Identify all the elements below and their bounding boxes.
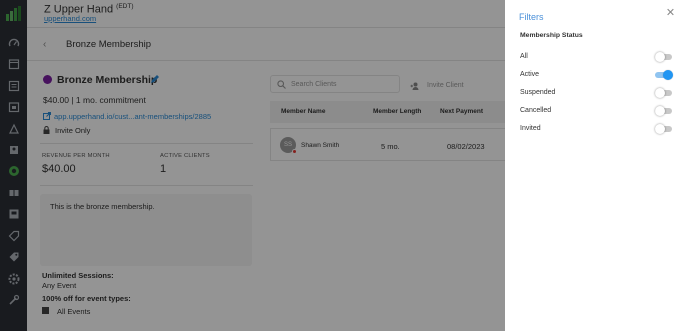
toggle-active[interactable] xyxy=(655,70,673,80)
toggle-cancelled[interactable] xyxy=(655,106,672,116)
filter-label-active: Active xyxy=(520,71,540,78)
filter-label-invited: Invited xyxy=(520,125,541,132)
drawer-title: Filters xyxy=(519,12,544,22)
section-title: Membership Status xyxy=(520,32,583,39)
filters-drawer: Filters ✕ Membership Status All Active S… xyxy=(505,0,688,331)
toggle-all[interactable] xyxy=(655,52,672,62)
close-icon[interactable]: ✕ xyxy=(665,8,676,19)
modal-overlay[interactable] xyxy=(0,0,505,331)
filter-label-suspended: Suspended xyxy=(520,89,556,96)
toggle-suspended[interactable] xyxy=(655,88,672,98)
filter-label-cancelled: Cancelled xyxy=(520,107,552,114)
toggle-invited[interactable] xyxy=(655,124,672,134)
filter-label-all: All xyxy=(520,53,528,60)
